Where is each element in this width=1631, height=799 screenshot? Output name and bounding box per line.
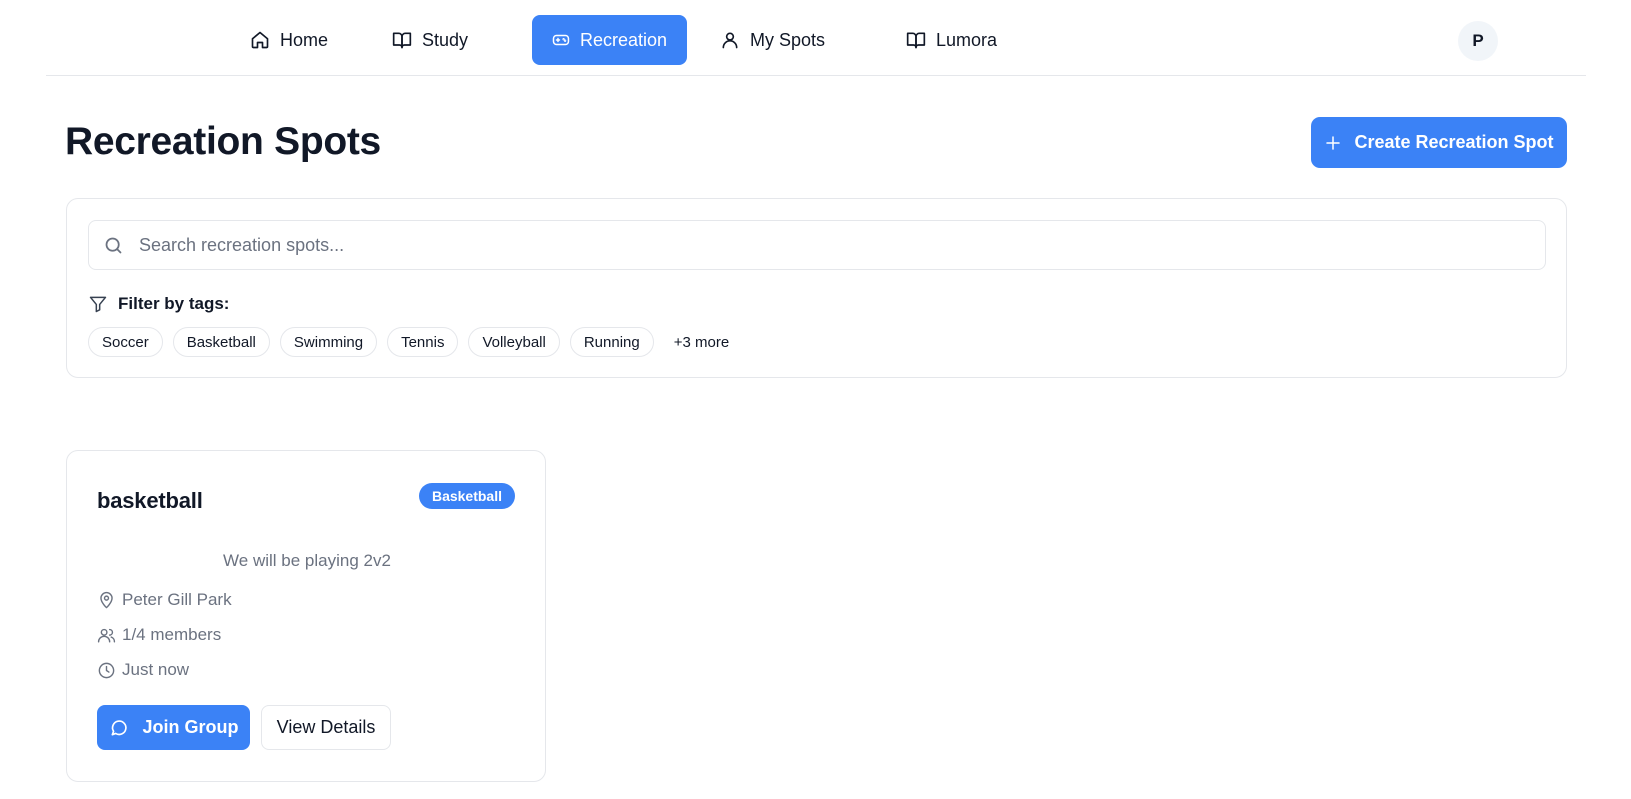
map-pin-icon [100, 591, 113, 608]
users-icon [97, 628, 116, 643]
spot-location-text: Peter Gill Park [122, 590, 232, 609]
search-input[interactable] [139, 221, 1529, 269]
join-group-label: Join Group [142, 717, 239, 737]
page-title: Recreation Spots [65, 120, 381, 163]
filter-label: Filter by tags: [88, 294, 229, 314]
spot-tag-badge: Basketball [418, 483, 515, 509]
nav-item-label: Study [422, 29, 469, 50]
spot-members: 1/4 members [97, 625, 221, 645]
gamepad-icon [552, 34, 570, 46]
user-icon [722, 32, 738, 49]
search-box [88, 220, 1546, 270]
more-tags-button[interactable]: +3 more [664, 334, 739, 351]
search-icon [105, 237, 122, 254]
plus-icon [1326, 135, 1341, 150]
tag-tennis[interactable]: Tennis [387, 327, 459, 357]
spot-time: Just now [97, 660, 189, 680]
spot-description: We will be playing 2v2 [223, 551, 391, 570]
spot-card: basketball Basketball We will be playing… [66, 450, 546, 782]
spot-title: basketball [97, 488, 203, 513]
nav-item-study[interactable]: Study [372, 15, 488, 65]
home-icon [251, 31, 269, 49]
search-filter-panel: Filter by tags: Soccer Basketball Swimmi… [66, 198, 1567, 378]
filter-label-text: Filter by tags: [118, 294, 230, 313]
tag-volleyball[interactable]: Volleyball [468, 327, 560, 357]
create-recreation-spot-button[interactable]: Create Recreation Spot [1311, 117, 1567, 168]
book-icon [392, 32, 412, 49]
nav-item-label: Recreation [579, 29, 667, 50]
spot-time-text: Just now [122, 660, 190, 679]
nav-item-home[interactable]: Home [230, 15, 348, 65]
tag-running[interactable]: Running [569, 327, 654, 357]
book-icon [906, 32, 926, 49]
nav-item-my-spots[interactable]: My Spots [700, 15, 845, 65]
tag-basketball[interactable]: Basketball [172, 327, 270, 357]
message-circle-icon [111, 719, 127, 735]
avatar[interactable]: P [1458, 21, 1498, 61]
tag-soccer[interactable]: Soccer [88, 327, 163, 357]
spot-location: Peter Gill Park [97, 590, 232, 610]
tag-list: Soccer Basketball Swimming Tennis Volley… [88, 327, 739, 357]
top-navbar: Home Study Recreation My Spots Lumora [46, 0, 1586, 76]
nav-item-lumora[interactable]: Lumora [886, 15, 1017, 65]
create-button-label: Create Recreation Spot [1354, 132, 1554, 152]
join-group-button[interactable]: Join Group [97, 705, 250, 750]
tag-swimming[interactable]: Swimming [279, 327, 378, 357]
nav-item-label: Home [280, 29, 329, 50]
filter-icon [89, 296, 107, 313]
spot-members-text: 1/4 members [122, 625, 222, 644]
nav-item-recreation[interactable]: Recreation [532, 15, 687, 65]
clock-icon [98, 662, 115, 678]
nav-item-label: My Spots [750, 29, 826, 50]
nav-item-label: Lumora [936, 29, 998, 50]
view-details-button[interactable]: View Details [261, 705, 391, 750]
